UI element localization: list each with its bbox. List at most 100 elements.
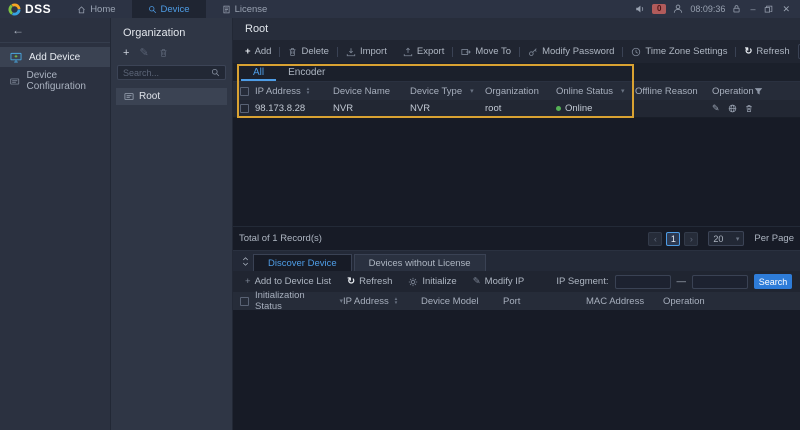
tab-device-label: Device	[161, 4, 190, 15]
tab-home[interactable]: Home	[61, 0, 131, 18]
discover-refresh-button[interactable]: ↻ Refresh	[339, 271, 400, 292]
tab-device[interactable]: Device	[132, 0, 206, 18]
cell-device-type: NVR	[410, 103, 485, 114]
add-to-device-list-button[interactable]: + Add to Device List	[237, 271, 339, 292]
add-organization-button[interactable]: +	[123, 48, 129, 58]
prev-page-button[interactable]: ‹	[648, 232, 662, 246]
organization-title: Organization	[111, 18, 232, 41]
next-page-button[interactable]: ›	[684, 232, 698, 246]
alarm-count-badge[interactable]: 0	[652, 4, 666, 14]
organization-node-icon	[124, 92, 134, 101]
select-all-checkbox[interactable]	[240, 87, 249, 96]
plus-icon: +	[245, 46, 251, 57]
initialize-button[interactable]: Initialize	[400, 271, 464, 292]
top-nav: Home Device License	[61, 0, 283, 18]
select-all-checkbox[interactable]	[240, 297, 249, 306]
move-to-button[interactable]: Move To	[453, 40, 519, 63]
row-checkbox[interactable]	[240, 104, 249, 113]
pencil-icon: ✎	[473, 276, 481, 287]
search-icon[interactable]	[211, 68, 220, 77]
ip-segment-search-button[interactable]: Search	[754, 274, 792, 289]
user-icon[interactable]	[673, 4, 683, 14]
tree-item-root[interactable]: Root	[116, 88, 227, 105]
device-network-button[interactable]	[728, 104, 737, 113]
left-sidebar: ← Add Device Device Configuration	[0, 18, 110, 430]
sidebar-item-label: Device Configuration	[27, 70, 101, 92]
import-button[interactable]: Import	[338, 40, 395, 63]
export-button[interactable]: Export	[395, 40, 452, 63]
sidebar-item-add-device[interactable]: Add Device	[0, 47, 110, 67]
sort-icon[interactable]: ▲▼	[394, 297, 398, 305]
app-name: DSS	[25, 2, 51, 16]
device-table-row[interactable]: 98.173.8.28 NVR NVR root Online ✎	[233, 100, 800, 118]
tab-discover-device[interactable]: Discover Device	[253, 254, 352, 271]
collapse-panel-icon[interactable]	[237, 251, 253, 271]
add-device-icon	[10, 52, 22, 63]
modify-ip-button[interactable]: ✎ Modify IP	[465, 271, 533, 292]
add-button[interactable]: + Add	[237, 40, 279, 63]
discover-tabs: Discover Device Devices without License	[233, 251, 800, 271]
tab-encoder[interactable]: Encoder	[276, 63, 337, 81]
discover-panel: Discover Device Devices without License …	[233, 250, 800, 430]
delete-device-button[interactable]	[745, 104, 753, 113]
delete-organization-button[interactable]	[159, 48, 168, 58]
device-type-tabs: All Encoder	[233, 63, 800, 82]
online-status-dot	[556, 106, 561, 111]
tab-devices-without-license[interactable]: Devices without License	[354, 254, 486, 271]
per-page-select[interactable]: 20 ▾	[708, 231, 744, 246]
tab-all[interactable]: All	[241, 63, 276, 81]
export-icon	[403, 47, 413, 57]
cell-organization: root	[485, 103, 556, 114]
cell-device-name: NVR	[333, 103, 410, 114]
titlebar-right: 0 08:09:36 – ✕	[635, 4, 800, 15]
discover-toolbar: + Add to Device List ↻ Refresh Initializ…	[233, 271, 800, 292]
edit-device-button[interactable]: ✎	[712, 103, 720, 114]
organization-search-input[interactable]	[123, 68, 208, 78]
tab-home-label: Home	[90, 4, 115, 15]
tree-item-label: Root	[139, 91, 160, 102]
cell-online-status: Online	[556, 103, 635, 114]
restore-window-button[interactable]	[764, 5, 773, 14]
organization-actions: + ✎	[111, 41, 232, 64]
cell-ip-address: 98.173.8.28	[255, 103, 333, 114]
ip-segment-end-input[interactable]	[692, 275, 748, 289]
page-number-button[interactable]: 1	[666, 232, 680, 246]
filter-dropdown-icon[interactable]: ▾	[621, 87, 625, 95]
close-button[interactable]: ✕	[780, 4, 792, 15]
app-logo: DSS	[0, 2, 61, 16]
filter-dropdown-icon[interactable]: ▾	[470, 87, 474, 95]
sidebar-item-label: Add Device	[29, 52, 80, 63]
plus-icon: +	[245, 276, 251, 287]
device-toolbar: + Add Delete Import Export	[233, 40, 800, 63]
minimize-button[interactable]: –	[748, 4, 757, 14]
clock-icon	[631, 47, 641, 57]
range-dash: —	[677, 276, 687, 287]
page-title: Root	[233, 18, 800, 40]
gear-icon	[408, 277, 418, 287]
ip-segment-label: IP Segment:	[556, 276, 608, 287]
time-zone-settings-button[interactable]: Time Zone Settings	[623, 40, 735, 63]
pagination: ‹ 1 › 20 ▾ Per Page	[648, 231, 794, 246]
tab-license[interactable]: License	[206, 0, 284, 18]
ip-segment-start-input[interactable]	[615, 275, 671, 289]
device-table-header: IP Address ▲▼ Device Name Device Type ▾ …	[233, 82, 800, 100]
delete-button[interactable]: Delete	[280, 40, 336, 63]
table-empty-area	[233, 118, 800, 226]
discover-table-empty-body	[233, 310, 800, 430]
trash-icon	[288, 47, 297, 57]
back-arrow-icon[interactable]: ←	[12, 23, 24, 37]
ip-segment-group: IP Segment: — Search	[556, 274, 796, 289]
chevron-down-icon: ▾	[736, 235, 740, 243]
sidebar-item-device-configuration[interactable]: Device Configuration	[0, 71, 110, 91]
filter-funnel-icon[interactable]	[754, 87, 763, 96]
sort-icon[interactable]: ▲▼	[306, 87, 310, 95]
alarm-speaker-icon[interactable]	[635, 4, 645, 14]
edit-organization-button[interactable]: ✎	[139, 48, 148, 58]
discover-table-header: Initialization Status ▾ IP Address ▲▼ De…	[233, 292, 800, 310]
refresh-icon: ↻	[347, 276, 355, 287]
lock-icon[interactable]	[732, 4, 741, 14]
modify-password-button[interactable]: Modify Password	[520, 40, 622, 63]
clock-time: 08:09:36	[690, 4, 725, 14]
refresh-button[interactable]: ↻ Refresh	[736, 40, 797, 63]
wrench-icon	[148, 5, 157, 14]
